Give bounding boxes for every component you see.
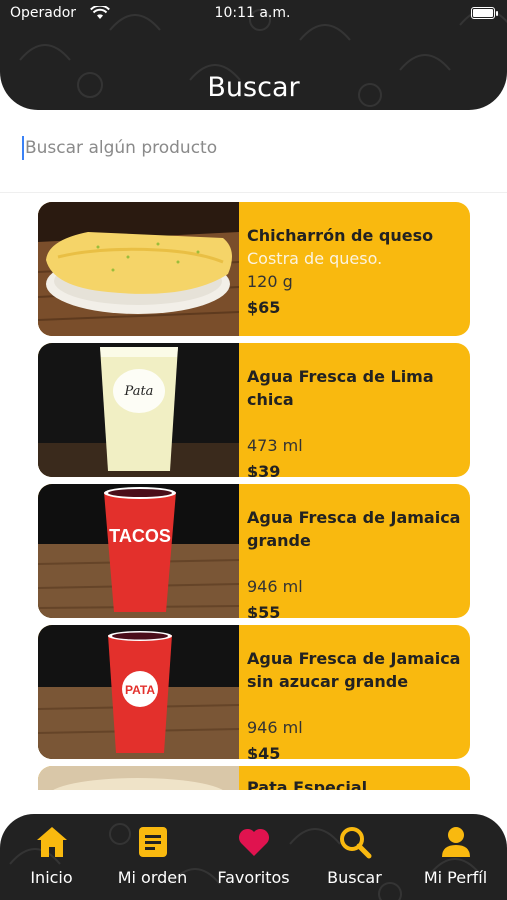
nav-item-buscar[interactable]: Buscar xyxy=(304,824,405,887)
product-info: Agua Fresca de Jamaica grande 946 ml $55 xyxy=(247,506,462,618)
product-size: 120 g xyxy=(247,272,293,291)
product-name: Chicharrón de queso xyxy=(247,226,434,245)
product-description: Costra de queso. xyxy=(247,249,383,268)
nav-item-mi-perfil[interactable]: Mi Perfíl xyxy=(405,824,506,887)
heart-icon xyxy=(238,828,269,856)
status-bar: Operador 10:11 a.m. xyxy=(10,4,498,24)
product-card[interactable]: TACOS Agua Fresca de Jamaica grande 946 … xyxy=(38,484,470,618)
nav-label: Mi Perfíl xyxy=(423,868,488,887)
product-size: 946 ml xyxy=(247,718,303,737)
product-name: Agua Fresca de Jamaica sin azucar grande xyxy=(247,649,461,691)
home-icon xyxy=(36,827,67,857)
product-name: Agua Fresca de Lima chica xyxy=(247,367,434,409)
product-card[interactable]: Pata Especial xyxy=(38,766,470,790)
product-list[interactable]: Chicharrón de queso Costra de queso. 120… xyxy=(0,200,507,790)
header-bar: Operador 10:11 a.m. Buscar xyxy=(0,0,507,110)
nav-item-favoritos[interactable]: Favoritos xyxy=(203,824,304,887)
nav-label: Mi orden xyxy=(117,868,188,887)
text-cursor xyxy=(22,136,24,160)
product-name: Agua Fresca de Jamaica grande xyxy=(247,508,461,550)
product-info: Agua Fresca de Jamaica sin azucar grande… xyxy=(247,647,462,759)
product-info: Pata Especial xyxy=(247,776,462,790)
clock: 10:11 a.m. xyxy=(214,5,291,21)
product-price: $65 xyxy=(247,298,281,317)
product-card[interactable]: Pata Agua Fresca de Lima chica 473 ml $3… xyxy=(38,343,470,477)
product-price: $45 xyxy=(247,744,281,759)
svg-text:Pata: Pata xyxy=(124,384,154,399)
user-icon xyxy=(441,827,470,857)
search-input[interactable] xyxy=(25,138,465,158)
bottom-nav: Inicio Mi orden Favoritos Buscar Mi Perf… xyxy=(0,814,507,900)
divider xyxy=(0,192,507,193)
battery-icon xyxy=(471,7,498,19)
product-image-red-cup-tacos: TACOS xyxy=(38,484,239,618)
product-image-lime-drink-glass: Pata xyxy=(38,343,239,477)
page-title: Buscar xyxy=(207,72,300,103)
nav-label: Buscar xyxy=(327,868,382,887)
nav-label: Favoritos xyxy=(217,868,290,887)
search-icon xyxy=(339,827,371,859)
product-card[interactable]: PATA Agua Fresca de Jamaica sin azucar g… xyxy=(38,625,470,759)
search-bar xyxy=(0,122,507,174)
product-size: 946 ml xyxy=(247,577,303,596)
nav-label: Inicio xyxy=(30,868,73,887)
nav-item-inicio[interactable]: Inicio xyxy=(1,824,102,887)
svg-text:TACOS: TACOS xyxy=(109,526,171,546)
nav-item-mi-orden[interactable]: Mi orden xyxy=(102,824,203,887)
product-price: $39 xyxy=(247,462,281,477)
product-image-tortilla xyxy=(38,766,239,790)
product-info: Agua Fresca de Lima chica 473 ml $39 xyxy=(247,365,462,477)
product-image-red-cup-pata: PATA xyxy=(38,625,239,759)
product-name: Pata Especial xyxy=(247,778,368,790)
product-price: $55 xyxy=(247,603,281,618)
svg-text:PATA: PATA xyxy=(125,683,155,697)
product-info: Chicharrón de queso Costra de queso. 120… xyxy=(247,224,462,317)
product-size: 473 ml xyxy=(247,436,303,455)
product-card[interactable]: Chicharrón de queso Costra de queso. 120… xyxy=(38,202,470,336)
product-image-cheese-crisp xyxy=(38,202,239,336)
order-list-icon xyxy=(138,827,167,857)
